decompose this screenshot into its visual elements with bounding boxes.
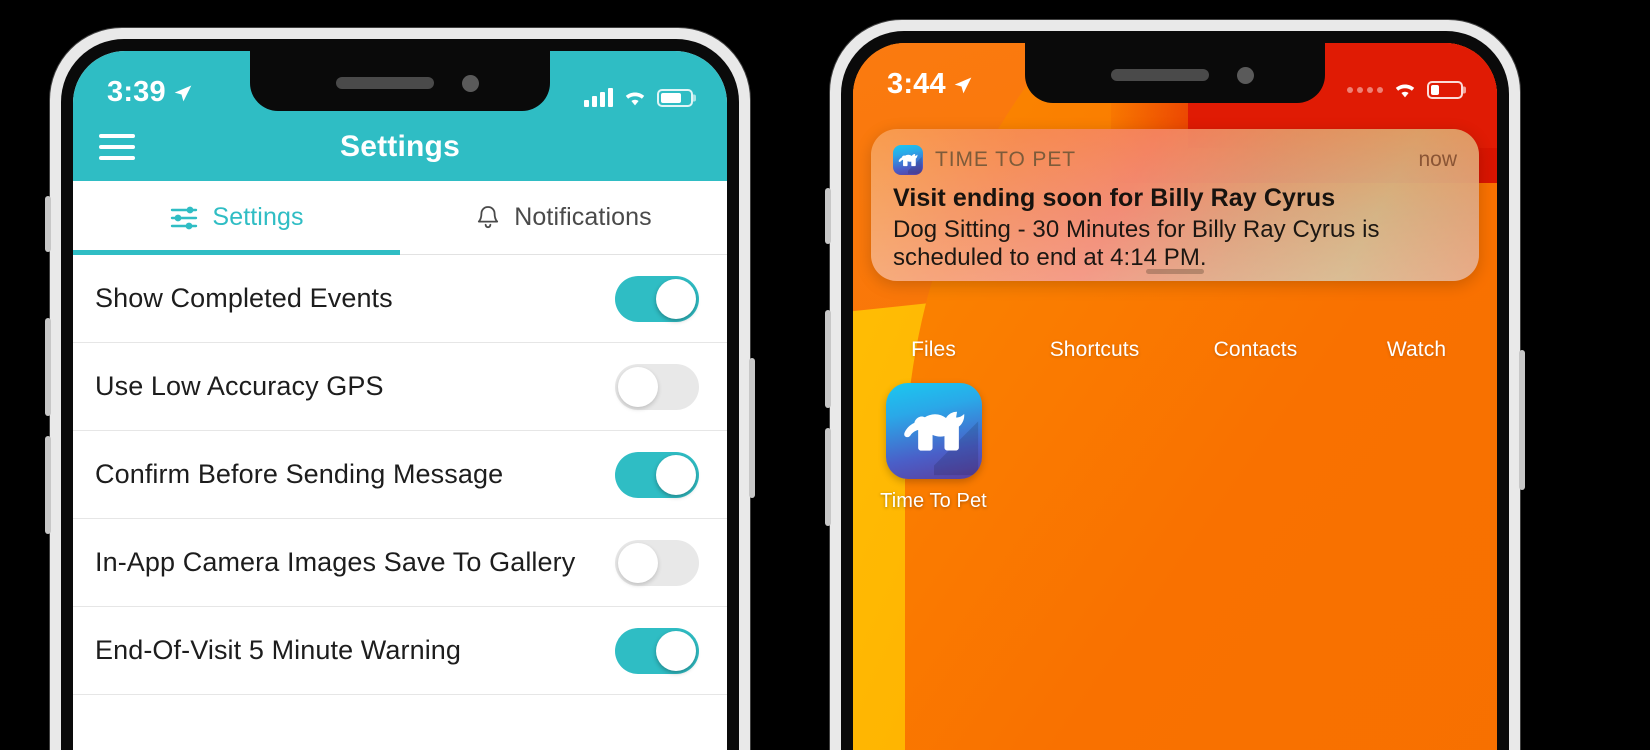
app-label-watch: Watch xyxy=(1386,338,1447,361)
setting-toggle[interactable] xyxy=(615,363,699,410)
front-camera-icon xyxy=(1237,67,1254,84)
status-bar-time-group: 3:44 xyxy=(887,70,973,99)
setting-toggle[interactable] xyxy=(615,627,699,674)
app-label-row: Files Shortcuts Contacts Watch xyxy=(853,338,1497,362)
app-label: Time To Pet xyxy=(880,490,987,512)
volume-up-button[interactable] xyxy=(45,318,51,416)
wifi-icon xyxy=(1395,84,1415,98)
location-arrow-icon xyxy=(174,85,192,101)
status-bar-time-group: 3:39 xyxy=(107,78,193,107)
status-bar-time: 3:44 xyxy=(887,68,946,100)
cellular-signal-icon xyxy=(584,88,613,107)
setting-label: End-Of-Visit 5 Minute Warning xyxy=(95,635,462,665)
silence-switch-button[interactable] xyxy=(825,188,831,244)
setting-label: Confirm Before Sending Message xyxy=(95,459,504,489)
volume-down-button[interactable] xyxy=(45,436,51,534)
setting-label: Use Low Accuracy GPS xyxy=(95,371,384,401)
notification-timestamp: now xyxy=(1418,148,1457,171)
tab-settings-label: Settings xyxy=(212,203,304,231)
app-label-contacts: Contacts xyxy=(1213,338,1298,361)
setting-toggle[interactable] xyxy=(615,539,699,586)
setting-row[interactable]: End-Of-Visit 5 Minute Warning xyxy=(73,607,727,695)
front-camera-icon xyxy=(462,75,479,92)
setting-row[interactable]: Show Completed Events xyxy=(73,255,727,343)
location-arrow-icon xyxy=(954,77,972,93)
notification-drag-handle[interactable] xyxy=(1146,269,1204,274)
sliders-icon xyxy=(171,206,198,229)
phone-right-device: 3:44 Files Shortcuts Contacts Watch Time… xyxy=(825,20,1525,750)
earpiece-speaker xyxy=(336,77,434,89)
phone-left-screen: 3:39 Settings Settings Notifications Sho… xyxy=(73,51,727,750)
device-notch-right xyxy=(1025,43,1325,103)
notification-header: TIME TO PET now xyxy=(893,145,1457,175)
time-to-pet-app-icon xyxy=(885,383,982,479)
bell-icon xyxy=(478,205,499,228)
phone-right-screen: 3:44 Files Shortcuts Contacts Watch Time… xyxy=(853,43,1497,750)
battery-icon xyxy=(657,88,693,107)
tab-settings[interactable]: Settings xyxy=(73,181,400,255)
home-screen-app-grid: Time To Pet xyxy=(853,383,1497,513)
app-label-files: Files xyxy=(911,338,956,361)
notification-app-name: TIME TO PET xyxy=(935,148,1076,171)
wifi-icon xyxy=(625,92,645,106)
tab-bar: Settings Notifications xyxy=(73,181,727,255)
battery-low-icon xyxy=(1427,80,1463,99)
tab-notifications-label: Notifications xyxy=(514,203,652,231)
navigation-bar: Settings xyxy=(73,113,727,181)
notification-body: Dog Sitting - 30 Minutes for Billy Ray C… xyxy=(893,216,1380,271)
power-button[interactable] xyxy=(749,358,755,498)
settings-list: Show Completed Events Use Low Accuracy G… xyxy=(73,255,727,750)
silence-switch-button[interactable] xyxy=(45,196,51,252)
setting-label: In-App Camera Images Save To Gallery xyxy=(95,547,576,577)
phone-left-device: 3:39 Settings Settings Notifications Sho… xyxy=(45,28,755,750)
app-label-shortcuts: Shortcuts xyxy=(1049,338,1140,361)
volume-down-button[interactable] xyxy=(825,428,831,526)
volume-up-button[interactable] xyxy=(825,310,831,408)
status-bar-indicators xyxy=(584,88,693,107)
setting-row[interactable]: Confirm Before Sending Message xyxy=(73,431,727,519)
app-time-to-pet[interactable]: Time To Pet xyxy=(853,383,1014,513)
hamburger-menu-icon[interactable] xyxy=(99,134,135,160)
time-to-pet-app-icon xyxy=(893,145,923,175)
status-bar-indicators xyxy=(1347,80,1463,99)
page-title: Settings xyxy=(340,130,460,163)
tab-notifications[interactable]: Notifications xyxy=(400,181,727,254)
notification-title: Visit ending soon for Billy Ray Cyrus xyxy=(893,184,1336,212)
power-button[interactable] xyxy=(1519,350,1525,490)
setting-label: Show Completed Events xyxy=(95,283,393,313)
notification-banner[interactable]: TIME TO PET now Visit ending soon for Bi… xyxy=(871,129,1479,281)
setting-toggle[interactable] xyxy=(615,275,699,322)
cellular-signal-dots-icon xyxy=(1347,86,1383,93)
setting-row[interactable]: Use Low Accuracy GPS xyxy=(73,343,727,431)
device-notch-left xyxy=(250,51,550,111)
setting-row[interactable]: In-App Camera Images Save To Gallery xyxy=(73,519,727,607)
earpiece-speaker xyxy=(1111,69,1209,81)
setting-toggle[interactable] xyxy=(615,451,699,498)
screenshot-stage: 3:39 Settings Settings Notifications Sho… xyxy=(0,0,1650,750)
status-bar-time: 3:39 xyxy=(107,76,166,108)
